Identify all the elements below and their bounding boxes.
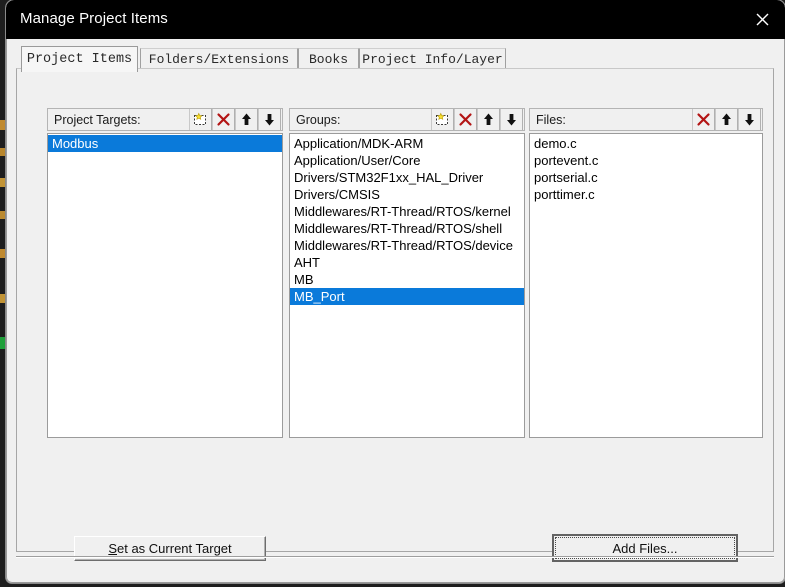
move-up-icon[interactable] (235, 109, 258, 130)
delete-icon[interactable] (454, 109, 477, 130)
tab-project-items[interactable]: Project Items (21, 46, 138, 72)
list-item[interactable]: demo.c (530, 135, 762, 152)
delete-icon[interactable] (692, 109, 715, 130)
set-target-label: et as Current Target (117, 541, 232, 556)
files-list[interactable]: demo.c portevent.c portserial.c porttime… (529, 133, 763, 438)
set-target-accel: S (108, 541, 117, 556)
list-item-label: Application/MDK-ARM (294, 136, 424, 151)
list-item-label: portserial.c (534, 170, 598, 185)
groups-list[interactable]: Application/MDK-ARM Application/User/Cor… (289, 133, 525, 438)
close-icon[interactable] (739, 0, 785, 39)
manage-project-items-dialog: Manage Project Items Project Items Folde… (6, 0, 785, 583)
window-title: Manage Project Items (20, 10, 168, 27)
groups-label: Groups: (296, 112, 341, 127)
project-targets-header: Project Targets: (47, 108, 283, 131)
list-item[interactable]: porttimer.c (530, 186, 762, 203)
list-item[interactable]: Drivers/STM32F1xx_HAL_Driver (290, 169, 524, 186)
title-bar: Manage Project Items (6, 0, 785, 39)
files-toolbar (692, 109, 761, 130)
groups-column: Groups: Application/MDK-ARM Application/… (289, 108, 525, 438)
tab-folders-extensions[interactable]: Folders/Extensions (140, 48, 298, 70)
groups-header: Groups: (289, 108, 525, 131)
list-item[interactable]: Application/MDK-ARM (290, 135, 524, 152)
tab-label: Project Items (26, 52, 133, 67)
project-targets-toolbar (189, 109, 281, 130)
move-down-icon[interactable] (738, 109, 761, 130)
list-item-label: Middlewares/RT-Thread/RTOS/shell (294, 221, 503, 236)
tab-label: Books (308, 52, 348, 67)
tab-strip: Project Items Folders/Extensions Books P… (15, 46, 773, 72)
move-up-icon[interactable] (477, 109, 500, 130)
project-targets-column: Project Targets: Modbus (47, 108, 283, 438)
tab-label: Project Info/Layer (362, 52, 503, 67)
list-item-label: Application/User/Core (294, 153, 421, 168)
list-item[interactable]: portevent.c (530, 152, 762, 169)
tab-books[interactable]: Books (298, 48, 359, 70)
list-item[interactable]: MB (290, 271, 524, 288)
move-down-icon[interactable] (258, 109, 281, 130)
add-files-label: dd Files... (621, 540, 678, 556)
list-item-label: demo.c (534, 136, 577, 151)
project-targets-list[interactable]: Modbus (47, 133, 283, 438)
list-item[interactable]: Middlewares/RT-Thread/RTOS/device (290, 237, 524, 254)
files-column: Files: demo.c portevent.c portserial.c p… (529, 108, 763, 438)
groups-toolbar (431, 109, 523, 130)
new-item-icon[interactable] (189, 109, 212, 130)
list-item-label: portevent.c (534, 153, 599, 168)
list-item[interactable]: portserial.c (530, 169, 762, 186)
list-item-label: porttimer.c (534, 187, 595, 202)
files-header: Files: (529, 108, 763, 131)
files-label: Files: (536, 112, 566, 127)
new-item-icon[interactable] (431, 109, 454, 130)
move-down-icon[interactable] (500, 109, 523, 130)
list-item[interactable]: AHT (290, 254, 524, 271)
footer-divider (16, 556, 774, 558)
list-item[interactable]: Modbus (48, 135, 282, 152)
list-item-label: AHT (294, 255, 320, 270)
list-item[interactable]: Middlewares/RT-Thread/RTOS/kernel (290, 203, 524, 220)
list-item[interactable]: Drivers/CMSIS (290, 186, 524, 203)
project-targets-label: Project Targets: (54, 112, 141, 127)
list-item-label: Middlewares/RT-Thread/RTOS/device (294, 238, 513, 253)
list-item-label: MB_Port (294, 289, 345, 304)
list-item[interactable]: Application/User/Core (290, 152, 524, 169)
list-item-label: MB (294, 272, 314, 287)
tab-project-info-layer[interactable]: Project Info/Layer (359, 48, 506, 70)
add-files-accel: A (612, 540, 622, 556)
list-item[interactable]: Middlewares/RT-Thread/RTOS/shell (290, 220, 524, 237)
list-item-label: Drivers/STM32F1xx_HAL_Driver (294, 170, 484, 185)
list-item-label: Modbus (52, 136, 99, 151)
list-item-label: Middlewares/RT-Thread/RTOS/kernel (294, 204, 511, 219)
project-items-panel: Project Targets: Modbus Groups: Applicat… (16, 68, 774, 562)
delete-icon[interactable] (212, 109, 235, 130)
tab-label: Folders/Extensions (148, 52, 290, 67)
list-item-label: Drivers/CMSIS (294, 187, 380, 202)
dialog-client-area: Project Items Folders/Extensions Books P… (6, 39, 785, 583)
move-up-icon[interactable] (715, 109, 738, 130)
list-item[interactable]: MB_Port (290, 288, 524, 305)
